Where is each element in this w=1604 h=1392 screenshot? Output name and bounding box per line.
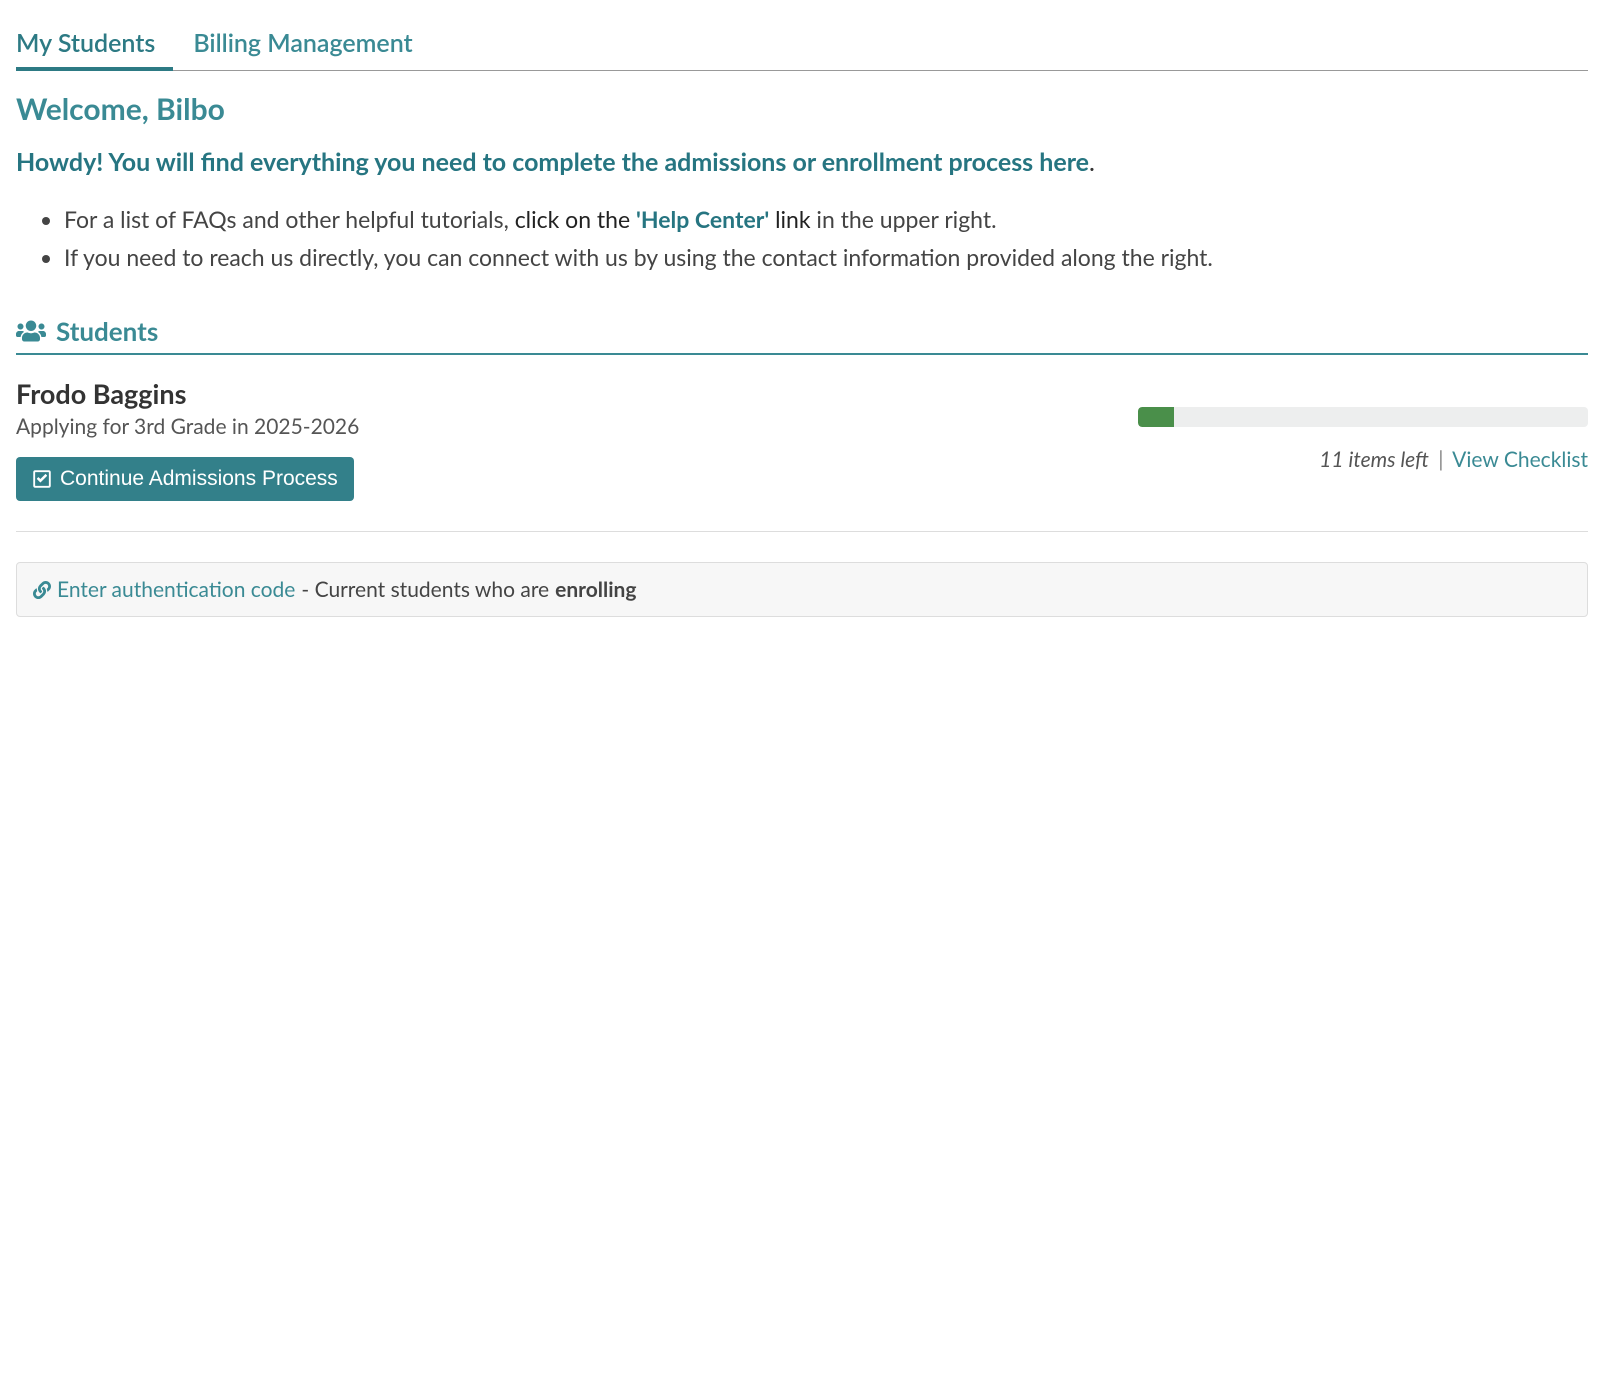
student-progress: 11 items left | View Checklist bbox=[1138, 377, 1588, 472]
info-item-faq-click: click on the bbox=[515, 205, 636, 233]
info-item-faq: For a list of FAQs and other helpful tut… bbox=[64, 202, 1588, 238]
link-icon bbox=[33, 581, 51, 599]
continue-admissions-label: Continue Admissions Process bbox=[60, 467, 338, 491]
tab-my-students[interactable]: My Students bbox=[16, 16, 173, 70]
info-item-faq-help: 'Help Center' bbox=[636, 205, 769, 233]
student-info: Frodo Baggins Applying for 3rd Grade in … bbox=[16, 377, 1138, 501]
student-subtitle: Applying for 3rd Grade in 2025-2026 bbox=[16, 414, 1138, 439]
users-icon bbox=[16, 318, 46, 344]
student-card: Frodo Baggins Applying for 3rd Grade in … bbox=[16, 377, 1588, 532]
intro-period: . bbox=[1089, 147, 1095, 177]
students-section-label: Students bbox=[56, 315, 158, 347]
check-square-icon bbox=[32, 469, 52, 489]
info-item-faq-post: in the upper right. bbox=[811, 205, 997, 233]
tab-billing-management[interactable]: Billing Management bbox=[193, 16, 430, 70]
progress-bar bbox=[1138, 407, 1588, 427]
info-item-contact: If you need to reach us directly, you ca… bbox=[64, 240, 1588, 276]
welcome-heading: Welcome, Bilbo bbox=[16, 91, 1588, 127]
items-left-text: 11 items left bbox=[1319, 447, 1429, 472]
enter-auth-code-link[interactable]: Enter authentication code bbox=[57, 577, 295, 602]
info-list: For a list of FAQs and other helpful tut… bbox=[16, 202, 1588, 275]
progress-fill bbox=[1138, 407, 1174, 427]
students-section-header: Students bbox=[16, 315, 1588, 355]
progress-meta: 11 items left | View Checklist bbox=[1138, 447, 1588, 472]
info-item-faq-pre: For a list of FAQs and other helpful tut… bbox=[64, 205, 515, 233]
progress-divider: | bbox=[1438, 447, 1443, 472]
continue-admissions-button[interactable]: Continue Admissions Process bbox=[16, 457, 354, 501]
auth-desc-pre: - Current students who are bbox=[301, 577, 549, 602]
auth-desc-bold: enrolling bbox=[555, 577, 636, 602]
top-tabs: My Students Billing Management bbox=[16, 16, 1588, 71]
intro-text: Howdy! You will find everything you need… bbox=[16, 145, 1588, 180]
intro-text-main: Howdy! You will find everything you need… bbox=[16, 147, 1089, 177]
view-checklist-link[interactable]: View Checklist bbox=[1452, 447, 1588, 472]
student-name: Frodo Baggins bbox=[16, 377, 1138, 410]
info-item-faq-link: link bbox=[769, 205, 810, 233]
auth-code-box: Enter authentication code - Current stud… bbox=[16, 562, 1588, 617]
